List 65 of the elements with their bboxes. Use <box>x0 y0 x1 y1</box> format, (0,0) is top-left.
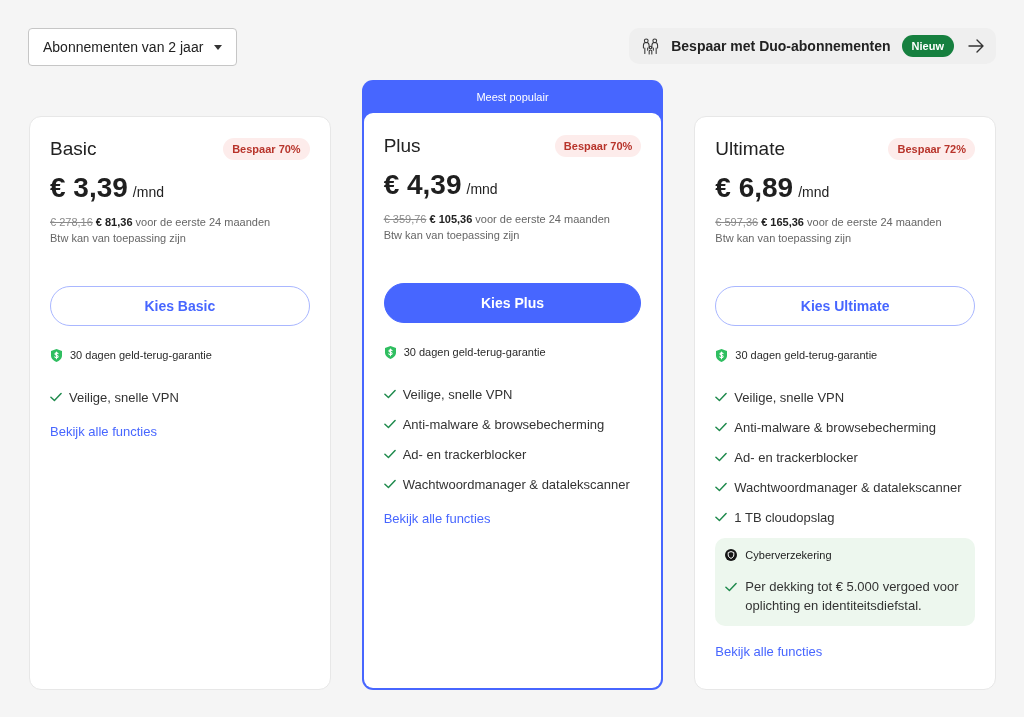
guarantee-text: 30 dagen geld-terug-garantie <box>735 349 878 361</box>
check-icon <box>715 482 728 492</box>
plan-name: Ultimate <box>715 137 785 161</box>
all-features-link[interactable]: Bekijk alle functies <box>50 423 157 441</box>
shield-dollar-icon <box>51 348 62 362</box>
feature-text: Anti-malware & browsebecherming <box>734 419 936 435</box>
insurance-text: Per dekking tot € 5.000 vergoed voor oplichting en identiteitsdiefstal. <box>745 578 960 615</box>
shield-badge-icon <box>725 549 738 561</box>
feature-text: Veilige, snelle VPN <box>734 389 845 405</box>
plan-name: Plus <box>383 134 421 158</box>
old-price: € 359,76 <box>383 213 427 225</box>
feature-text: Wachtwoordmanager & datalekscanner <box>734 479 962 495</box>
plan-period-dropdown[interactable]: Abonnementen van 2 jaar <box>28 28 237 66</box>
total-price-note: € 81,36 voor de eerste 24 maanden <box>95 216 271 228</box>
all-features-link[interactable]: Bekijk alle functies <box>715 643 823 661</box>
all-features-link[interactable]: Bekijk alle functies <box>383 510 491 528</box>
total-price-note: € 105,36 voor de eerste 24 maanden <box>429 213 610 225</box>
popular-label: Meest populair <box>475 89 550 105</box>
caret-icon <box>214 44 222 50</box>
price-amount: € 3,39 <box>50 171 128 205</box>
price-unit: /mnd <box>132 184 164 200</box>
price-amount: € 6,89 <box>715 171 794 205</box>
guarantee-text: 30 dagen geld-terug-garantie <box>403 346 546 358</box>
price-unit: /mnd <box>466 181 498 197</box>
check-icon <box>715 512 728 522</box>
choose-plan-button[interactable]: Kies Plus <box>383 283 642 323</box>
check-icon <box>725 582 738 592</box>
discount-badge: Bespaar 70% <box>223 138 310 160</box>
people-icon <box>642 37 660 55</box>
plan-name: Basic <box>50 137 97 161</box>
discount-badge: Bespaar 72% <box>888 138 975 160</box>
check-icon <box>50 392 62 402</box>
shield-dollar-icon <box>716 348 728 362</box>
feature-text: Veilige, snelle VPN <box>69 389 179 405</box>
total-price-note: € 165,36 voor de eerste 24 maanden <box>761 216 942 228</box>
promo-banner[interactable]: Bespaar met Duo-abonnementen Nieuw <box>629 28 996 64</box>
price-amount: € 4,39 <box>383 168 462 202</box>
feature-text: Veilige, snelle VPN <box>402 386 513 402</box>
arrow-right-icon <box>968 39 984 53</box>
check-icon <box>383 479 396 489</box>
guarantee-text: 30 dagen geld-terug-garantie <box>70 349 212 361</box>
insurance-title: Cyberverzekering <box>745 549 832 561</box>
feature-text: 1 TB cloudopslag <box>734 509 835 525</box>
check-icon <box>383 419 396 429</box>
tax-note: Btw kan van toepassing zijn <box>383 228 521 243</box>
shield-dollar-icon <box>384 345 396 359</box>
old-price: € 597,36 <box>715 216 759 228</box>
new-badge: Nieuw <box>901 35 954 57</box>
tax-note: Btw kan van toepassing zijn <box>50 231 187 246</box>
feature-text: Ad- en trackerblocker <box>734 449 858 465</box>
check-icon <box>715 392 728 402</box>
choose-plan-button[interactable]: Kies Ultimate <box>715 286 975 326</box>
price-unit: /mnd <box>798 184 830 200</box>
check-icon <box>383 449 396 459</box>
tax-note: Btw kan van toepassing zijn <box>715 231 853 246</box>
feature-text: Ad- en trackerblocker <box>402 446 527 462</box>
feature-text: Wachtwoordmanager & datalekscanner <box>402 476 630 492</box>
check-icon <box>715 452 728 462</box>
check-icon <box>715 422 728 432</box>
feature-text: Anti-malware & browsebecherming <box>402 416 605 432</box>
choose-plan-button[interactable]: Kies Basic <box>50 286 310 326</box>
check-icon <box>383 389 396 399</box>
old-price: € 278,16 <box>50 216 93 228</box>
promo-text: Bespaar met Duo-abonnementen <box>671 38 891 54</box>
discount-badge: Bespaar 70% <box>554 135 642 157</box>
